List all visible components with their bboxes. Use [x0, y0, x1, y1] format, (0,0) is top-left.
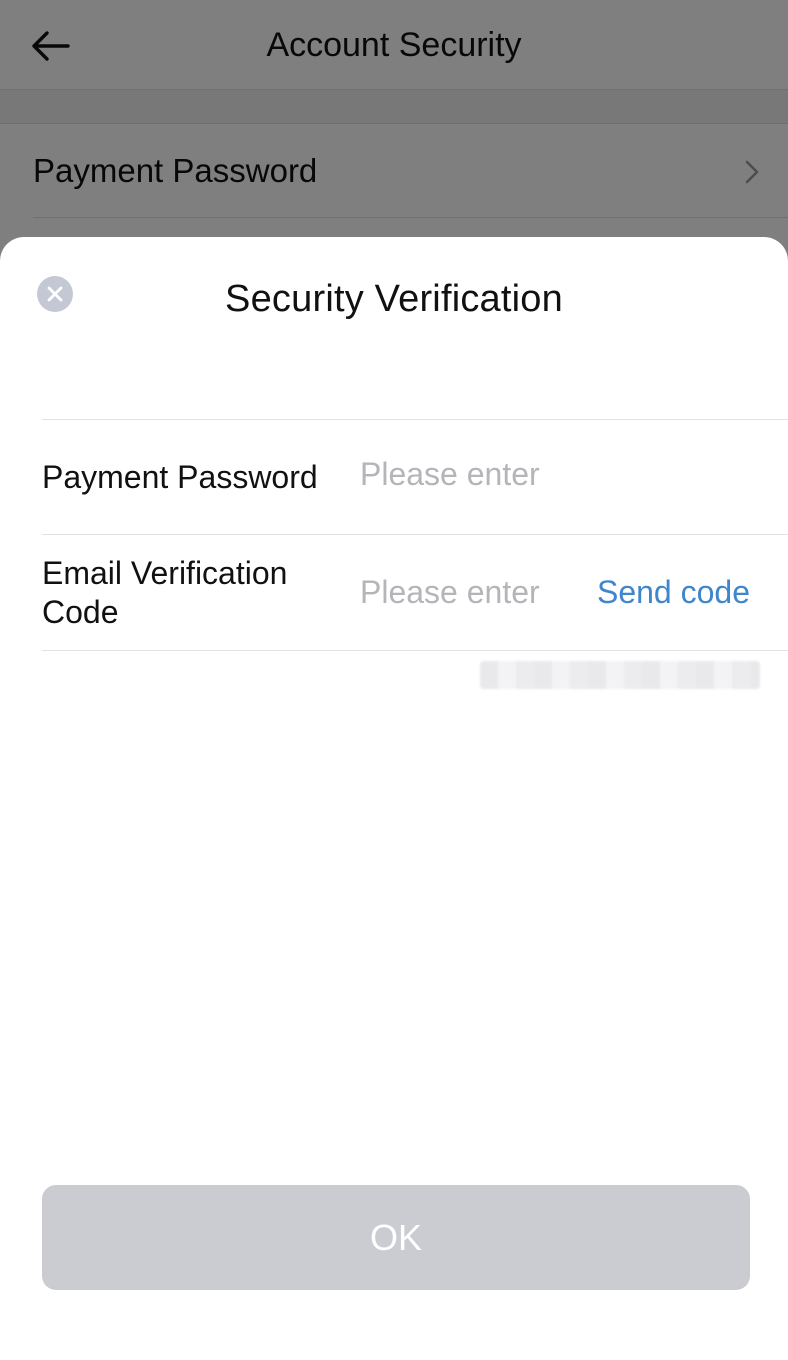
dialog-title: Security Verification — [225, 277, 563, 320]
account-security-screen: Account Security Payment Password Securi… — [0, 0, 788, 1360]
email-code-input[interactable] — [360, 568, 570, 616]
payment-password-row: Payment Password — [42, 420, 788, 534]
ok-button[interactable]: OK — [42, 1185, 750, 1290]
payment-password-label: Payment Password — [42, 459, 318, 495]
payment-password-input[interactable] — [360, 450, 570, 498]
security-verification-dialog: Security Verification Payment Password E… — [0, 237, 788, 1360]
email-code-row: Email Verification Code Send code — [42, 535, 788, 650]
send-code-button[interactable]: Send code — [597, 574, 750, 611]
email-code-label: Email Verification Code — [42, 555, 288, 630]
redacted-hint-text — [480, 661, 760, 689]
divider — [42, 650, 788, 651]
